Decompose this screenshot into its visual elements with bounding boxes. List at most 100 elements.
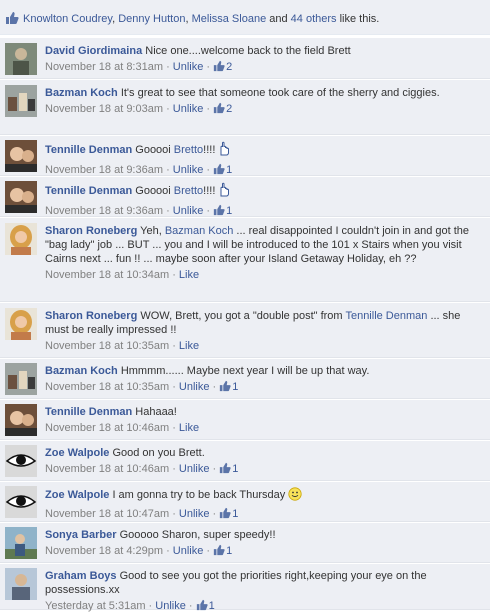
avatar[interactable] — [5, 568, 37, 600]
separator: · — [209, 508, 220, 520]
separator: · — [203, 545, 214, 557]
timestamp: November 18 at 10:34am — [45, 269, 170, 281]
like-count[interactable]: 1 — [196, 599, 215, 615]
comment-meta: Yesterday at 5:31am · Unlike · 1 — [45, 599, 484, 615]
comment: Zoe Walpole Good on you Brett. November … — [0, 441, 490, 481]
like-count[interactable]: 1 — [213, 204, 232, 217]
author-link[interactable]: Bazman Koch — [45, 365, 118, 377]
others-link[interactable]: 44 others — [291, 13, 337, 25]
timestamp: November 18 at 9:03am — [45, 103, 164, 115]
like-count-value: 1 — [232, 463, 239, 475]
comment-body: Bazman Koch It's great to see that someo… — [45, 86, 484, 118]
comment: Zoe Walpole I am gonna try to be back Th… — [0, 482, 490, 522]
like-count[interactable]: 1 — [219, 380, 238, 393]
comment-body: Sharon Roneberg WOW, Brett, you got a "d… — [45, 309, 484, 353]
comment: David Giordimaina Nice one....welcome ba… — [0, 38, 490, 79]
unlike-link[interactable]: Unlike — [173, 61, 204, 73]
separator: · — [145, 600, 156, 612]
avatar[interactable] — [5, 404, 37, 436]
author-link[interactable]: Bazman Koch — [45, 87, 118, 99]
like-count-value: 2 — [226, 103, 233, 115]
comment-meta: November 18 at 4:29pm · Unlike · 1 — [45, 544, 484, 560]
author-link[interactable]: Zoe Walpole — [45, 447, 109, 459]
like-link[interactable]: Like — [179, 422, 199, 434]
unlike-link[interactable]: Unlike — [173, 205, 204, 217]
like-count[interactable]: 1 — [213, 163, 232, 176]
comment-meta: November 18 at 10:35am · Like — [45, 339, 484, 353]
unlike-link[interactable]: Unlike — [173, 103, 204, 115]
avatar[interactable] — [5, 527, 37, 559]
comment-text: Yeh, — [140, 225, 165, 237]
comment-text: !!!! — [203, 185, 216, 197]
tagged-link[interactable]: Bazman Koch — [165, 225, 233, 237]
comment: Tennille Denman Gooooi Bretto!!!! Novemb… — [0, 136, 490, 176]
thumbs-up-icon — [213, 102, 225, 118]
comment-meta: November 18 at 10:46am · Unlike · 1 — [45, 462, 484, 478]
liker-link[interactable]: Knowlton Coudrey — [23, 13, 112, 25]
comment-text: Hmmmm...... Maybe next year I will be up… — [120, 365, 370, 377]
timestamp: November 18 at 8:31am — [45, 61, 164, 73]
comment-meta: November 18 at 9:03am · Unlike · 2 — [45, 102, 484, 118]
separator: · — [203, 205, 214, 217]
liker-link[interactable]: Melissa Sloane — [192, 13, 267, 25]
like-count-value: 1 — [208, 600, 215, 612]
author-link[interactable]: Sonya Barber — [45, 529, 117, 541]
timestamp: November 18 at 10:35am — [45, 340, 170, 352]
like-count-value: 2 — [226, 61, 233, 73]
unlike-link[interactable]: Unlike — [179, 463, 210, 475]
tagged-link[interactable]: Bretto — [174, 185, 203, 197]
timestamp: November 18 at 10:47am — [45, 508, 170, 520]
like-count[interactable]: 1 — [219, 462, 239, 475]
likes-summary: Knowlton Coudrey, Denny Hutton, Melissa … — [0, 0, 490, 35]
like-link[interactable]: Like — [179, 340, 199, 352]
like-count[interactable]: 1 — [213, 544, 232, 557]
unlike-link[interactable]: Unlike — [173, 545, 204, 557]
comment-body: David Giordimaina Nice one....welcome ba… — [45, 44, 484, 76]
thumbs-up-icon — [196, 599, 208, 615]
author-link[interactable]: Sharon Roneberg — [45, 310, 137, 322]
avatar[interactable] — [5, 85, 37, 117]
avatar[interactable] — [5, 445, 37, 477]
unlike-link[interactable]: Unlike — [179, 381, 210, 393]
comment-body: Graham Boys Good to see you got the prio… — [45, 569, 484, 615]
comment-text: I am gonna try to be back Thursday — [112, 489, 289, 501]
like-link[interactable]: Like — [179, 269, 199, 281]
like-count[interactable]: 2 — [213, 60, 233, 73]
unlike-link[interactable]: Unlike — [155, 600, 186, 612]
tagged-link[interactable]: Tennille Denman — [345, 310, 427, 322]
like-count[interactable]: 1 — [219, 507, 239, 520]
avatar[interactable] — [5, 363, 37, 395]
comment-text: It's great to see that someone took care… — [120, 87, 440, 99]
separator: · — [203, 164, 214, 176]
author-link[interactable]: David Giordimaina — [45, 45, 142, 57]
author-link[interactable]: Sharon Roneberg — [45, 225, 137, 237]
tagged-link[interactable]: Bretto — [174, 144, 203, 156]
author-link[interactable]: Tennille Denman — [45, 406, 132, 418]
unlike-link[interactable]: Unlike — [179, 508, 210, 520]
author-link[interactable]: Tennille Denman — [45, 144, 132, 156]
author-link[interactable]: Zoe Walpole — [45, 489, 109, 501]
comment-text: WOW, Brett, you got a "double post" from — [140, 310, 346, 322]
comment-text: Good on you Brett. — [112, 447, 205, 459]
like-count[interactable]: 2 — [213, 102, 233, 118]
comment-body: Zoe Walpole I am gonna try to be back Th… — [45, 487, 484, 523]
separator: · — [163, 61, 173, 73]
avatar[interactable] — [5, 181, 37, 213]
comment-body: Zoe Walpole Good on you Brett. November … — [45, 446, 484, 478]
comment-body: Sharon Roneberg Yeh, Bazman Koch ... rea… — [45, 224, 484, 282]
comment-body: Tennille Denman Hahaaa! November 18 at 1… — [45, 405, 484, 435]
like-count-value: 1 — [232, 508, 239, 520]
unlike-link[interactable]: Unlike — [173, 164, 204, 176]
avatar[interactable] — [5, 223, 37, 255]
comment-text: Gooooi — [135, 144, 174, 156]
separator: · — [163, 164, 173, 176]
avatar[interactable] — [5, 140, 37, 172]
author-link[interactable]: Graham Boys — [45, 570, 117, 582]
avatar[interactable] — [5, 308, 37, 340]
avatar[interactable] — [5, 43, 37, 75]
avatar[interactable] — [5, 486, 37, 518]
comment-text: Gooooi — [135, 185, 174, 197]
author-link[interactable]: Tennille Denman — [45, 185, 132, 197]
liker-link[interactable]: Denny Hutton — [118, 13, 185, 25]
separator: · — [169, 508, 179, 520]
